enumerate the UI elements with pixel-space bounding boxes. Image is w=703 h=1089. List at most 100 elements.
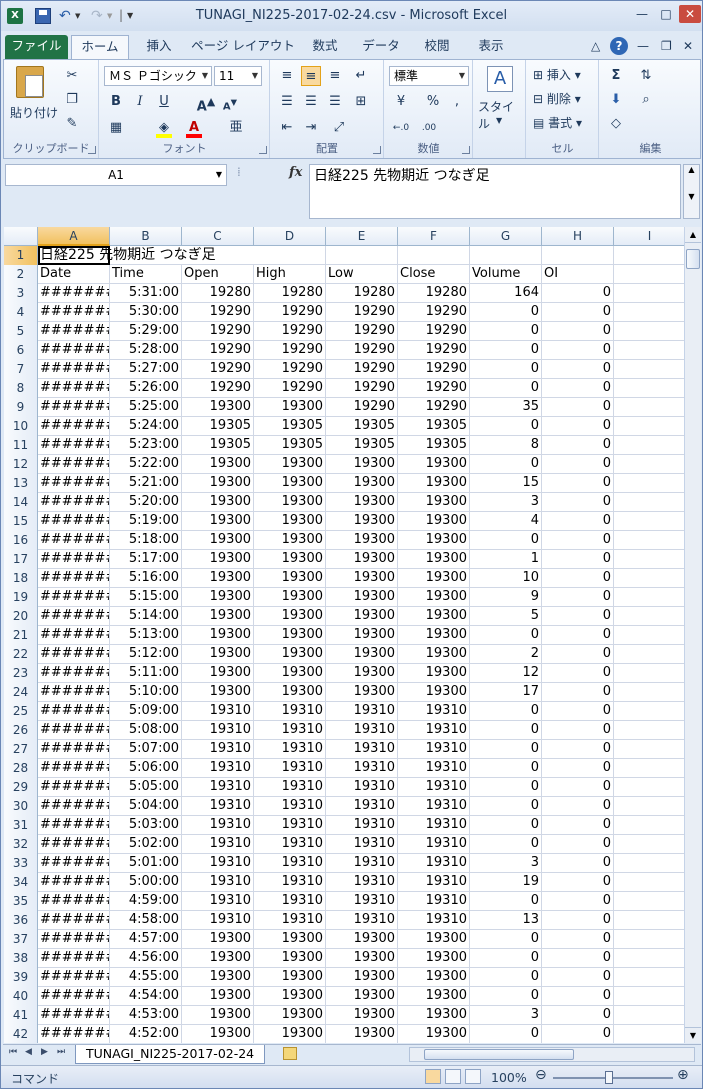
zoom-out-icon[interactable]: ⊖ xyxy=(535,1067,547,1083)
cell-c24[interactable]: 19300 xyxy=(182,683,254,702)
cell-e29[interactable]: 19310 xyxy=(326,778,398,797)
cell-f22[interactable]: 19300 xyxy=(398,645,470,664)
cell-f9[interactable]: 19290 xyxy=(398,398,470,417)
first-sheet-icon[interactable]: ⏮ xyxy=(9,1047,17,1057)
cell-f42[interactable]: 19300 xyxy=(398,1025,470,1043)
cell-d9[interactable]: 19300 xyxy=(254,398,326,417)
cell-h33[interactable]: 0 xyxy=(542,854,614,873)
new-sheet-icon[interactable] xyxy=(283,1047,297,1060)
cell-c36[interactable]: 19310 xyxy=(182,911,254,930)
cell-d35[interactable]: 19310 xyxy=(254,892,326,911)
cell-f25[interactable]: 19310 xyxy=(398,702,470,721)
cell-b4[interactable]: 5:30:00 xyxy=(110,303,182,322)
cell-e6[interactable]: 19290 xyxy=(326,341,398,360)
copy-icon[interactable]: ❐ xyxy=(62,90,82,110)
row-header[interactable]: 29 xyxy=(4,778,38,797)
tab-insert[interactable]: 挿入 xyxy=(137,35,181,59)
cell-f4[interactable]: 19290 xyxy=(398,303,470,322)
cell-b30[interactable]: 5:04:00 xyxy=(110,797,182,816)
cell-g5[interactable]: 0 xyxy=(470,322,542,341)
cell-e7[interactable]: 19290 xyxy=(326,360,398,379)
maximize-button[interactable]: □ xyxy=(655,5,677,23)
row-header[interactable]: 1 xyxy=(4,246,38,265)
cell-e27[interactable]: 19310 xyxy=(326,740,398,759)
cell-d15[interactable]: 19300 xyxy=(254,512,326,531)
phonetic-guide-icon[interactable]: 亜 xyxy=(226,118,246,138)
cell-i41[interactable] xyxy=(614,1006,684,1025)
cell-c34[interactable]: 19310 xyxy=(182,873,254,892)
comma-button[interactable]: , xyxy=(447,92,467,112)
row-header[interactable]: 16 xyxy=(4,531,38,550)
cell-i8[interactable] xyxy=(614,379,684,398)
cell-b31[interactable]: 5:03:00 xyxy=(110,816,182,835)
font-size-select[interactable]: 11 ▼ xyxy=(214,66,262,86)
cell-i24[interactable] xyxy=(614,683,684,702)
cell-a5[interactable]: ######## xyxy=(38,322,110,341)
close-button[interactable]: ✕ xyxy=(679,5,701,23)
cell-e11[interactable]: 19305 xyxy=(326,436,398,455)
cell-b13[interactable]: 5:21:00 xyxy=(110,474,182,493)
fill-down-icon[interactable]: ⬇ xyxy=(606,90,626,110)
cell-g9[interactable]: 35 xyxy=(470,398,542,417)
cell-h6[interactable]: 0 xyxy=(542,341,614,360)
cell-b9[interactable]: 5:25:00 xyxy=(110,398,182,417)
cell-c4[interactable]: 19290 xyxy=(182,303,254,322)
cell-e5[interactable]: 19290 xyxy=(326,322,398,341)
cell-h38[interactable]: 0 xyxy=(542,949,614,968)
align-top-icon[interactable]: ≡ xyxy=(277,66,297,86)
align-bottom-icon[interactable]: ≡ xyxy=(325,66,345,86)
cell-c14[interactable]: 19300 xyxy=(182,493,254,512)
cell-d33[interactable]: 19310 xyxy=(254,854,326,873)
cell-h22[interactable]: 0 xyxy=(542,645,614,664)
cell-d6[interactable]: 19290 xyxy=(254,341,326,360)
cell-a31[interactable]: ######## xyxy=(38,816,110,835)
cell-f15[interactable]: 19300 xyxy=(398,512,470,531)
cell-e42[interactable]: 19300 xyxy=(326,1025,398,1043)
cell-h1[interactable] xyxy=(542,246,614,265)
cell-c41[interactable]: 19300 xyxy=(182,1006,254,1025)
scroll-up-icon[interactable]: ▲ xyxy=(685,227,701,243)
cell-f34[interactable]: 19310 xyxy=(398,873,470,892)
cell-c37[interactable]: 19300 xyxy=(182,930,254,949)
cell-b33[interactable]: 5:01:00 xyxy=(110,854,182,873)
cell-h18[interactable]: 0 xyxy=(542,569,614,588)
row-header[interactable]: 33 xyxy=(4,854,38,873)
cell-h10[interactable]: 0 xyxy=(542,417,614,436)
cell-e8[interactable]: 19290 xyxy=(326,379,398,398)
cell-a29[interactable]: ######## xyxy=(38,778,110,797)
cell-d5[interactable]: 19290 xyxy=(254,322,326,341)
row-header[interactable]: 39 xyxy=(4,968,38,987)
tab-home[interactable]: ホーム xyxy=(71,35,129,59)
cell-f37[interactable]: 19300 xyxy=(398,930,470,949)
cell-c20[interactable]: 19300 xyxy=(182,607,254,626)
cell-g23[interactable]: 12 xyxy=(470,664,542,683)
cell-a30[interactable]: ######## xyxy=(38,797,110,816)
cell-b18[interactable]: 5:16:00 xyxy=(110,569,182,588)
cell-a41[interactable]: ######## xyxy=(38,1006,110,1025)
merge-center-icon[interactable]: ⊞ xyxy=(351,92,371,112)
row-header[interactable]: 9 xyxy=(4,398,38,417)
cell-g16[interactable]: 0 xyxy=(470,531,542,550)
cell-a11[interactable]: ######## xyxy=(38,436,110,455)
cell-h35[interactable]: 0 xyxy=(542,892,614,911)
cell-f16[interactable]: 19300 xyxy=(398,531,470,550)
cell-a26[interactable]: ######## xyxy=(38,721,110,740)
cell-e12[interactable]: 19300 xyxy=(326,455,398,474)
row-header[interactable]: 34 xyxy=(4,873,38,892)
cell-h8[interactable]: 0 xyxy=(542,379,614,398)
cell-i31[interactable] xyxy=(614,816,684,835)
grow-font-button[interactable]: A▲ xyxy=(196,92,216,114)
bold-button[interactable]: B xyxy=(106,92,126,112)
cell-h37[interactable]: 0 xyxy=(542,930,614,949)
cell-g17[interactable]: 1 xyxy=(470,550,542,569)
cell-a17[interactable]: ######## xyxy=(38,550,110,569)
workbook-minimize-button[interactable]: — xyxy=(637,39,649,53)
cell-g24[interactable]: 17 xyxy=(470,683,542,702)
cell-i7[interactable] xyxy=(614,360,684,379)
cell-b15[interactable]: 5:19:00 xyxy=(110,512,182,531)
cell-f36[interactable]: 19310 xyxy=(398,911,470,930)
cell-f3[interactable]: 19280 xyxy=(398,284,470,303)
cell-b16[interactable]: 5:18:00 xyxy=(110,531,182,550)
cell-d12[interactable]: 19300 xyxy=(254,455,326,474)
cell-f7[interactable]: 19290 xyxy=(398,360,470,379)
